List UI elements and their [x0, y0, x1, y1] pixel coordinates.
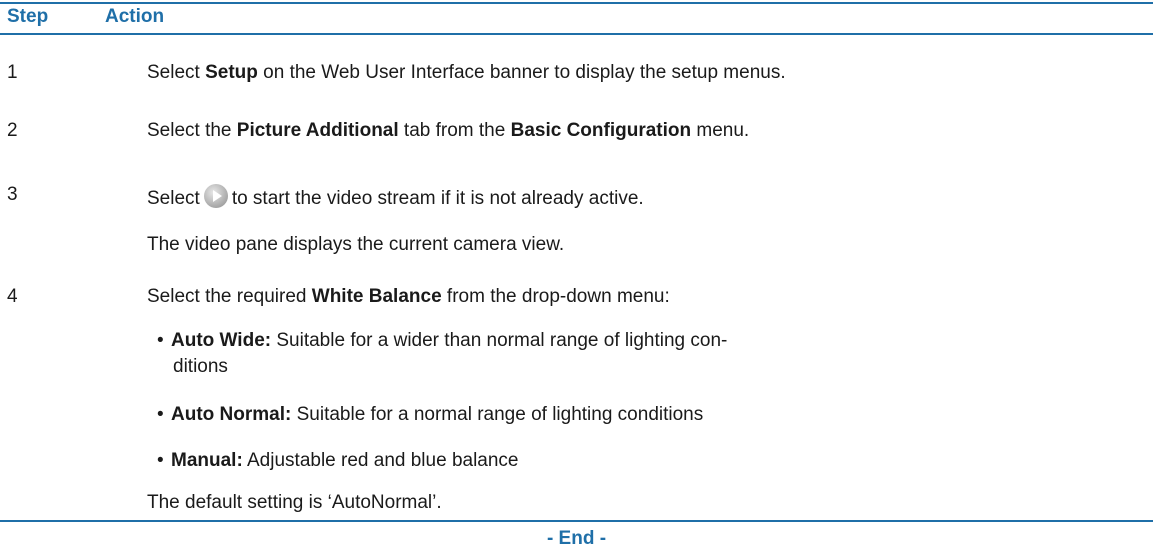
step-2-mid: tab from the — [398, 120, 511, 141]
step-2-pre: Select the — [147, 120, 237, 141]
step-4-bold: White Balance — [311, 286, 442, 307]
step-1-post: on the Web User Interface banner to disp… — [257, 62, 786, 83]
footer-rule — [0, 520, 1153, 522]
step-2-bold: Picture Additional — [236, 120, 399, 141]
step-1-number: 1 — [7, 62, 18, 83]
bullet-auto-wide: • Auto Wide: Suitable for a wider than no… — [157, 330, 727, 352]
step-2-bold2: Basic Configuration — [510, 120, 692, 141]
step-4-post: from the drop-down menu: — [441, 286, 670, 307]
step-3-pre: Select — [147, 188, 200, 209]
step-4-text: Select the required White Balance from t… — [147, 286, 670, 308]
end-marker: - End - — [546, 528, 607, 549]
step-1-text: Select Setup on the Web User Interface b… — [147, 62, 786, 84]
step-4-number: 4 — [7, 286, 18, 307]
bullet-dot: • — [157, 450, 164, 471]
play-icon — [203, 184, 228, 208]
step-3-note: The video pane displays the current came… — [147, 234, 565, 255]
bullet-auto-normal-label: Auto Normal: — [171, 404, 292, 425]
bullet-auto-normal: • Auto Normal: Suitable for a normal rang… — [157, 404, 703, 426]
top-rule — [0, 2, 1153, 4]
bullet-auto-wide-continued: ditions — [173, 356, 228, 377]
step-1-pre: Select — [147, 62, 206, 83]
step-3-number: 3 — [7, 184, 18, 205]
bullet-manual: • Manual: Adjustable red and blue balance — [157, 450, 519, 472]
step-4-pre: Select the required — [147, 286, 312, 307]
step-1-bold: Setup — [205, 62, 258, 83]
step-2-number: 2 — [7, 120, 18, 141]
bullet-auto-wide-label: Auto Wide: — [171, 330, 272, 351]
step-3-text: Select to start the video stream if it is… — [147, 184, 644, 210]
step-2-text: Select the Picture Additional tab from t… — [147, 120, 749, 142]
step-2-post: menu. — [691, 120, 750, 141]
header-rule — [0, 33, 1153, 35]
header-action: Action — [105, 6, 165, 27]
bullet-auto-normal-text: Suitable for a normal range of lighting … — [291, 404, 704, 425]
bullet-dot: • — [157, 404, 164, 425]
bullet-manual-text: Adjustable red and blue balance — [242, 450, 519, 471]
bullet-manual-label: Manual: — [171, 450, 243, 471]
step-3-post: to start the video stream if it is not a… — [231, 188, 644, 209]
default-setting-note: The default setting is ‘AutoNormal’. — [147, 492, 442, 513]
bullet-auto-wide-text: Suitable for a wider than normal range o… — [271, 330, 728, 351]
header-step: Step — [7, 6, 49, 27]
bullet-dot: • — [157, 330, 164, 351]
